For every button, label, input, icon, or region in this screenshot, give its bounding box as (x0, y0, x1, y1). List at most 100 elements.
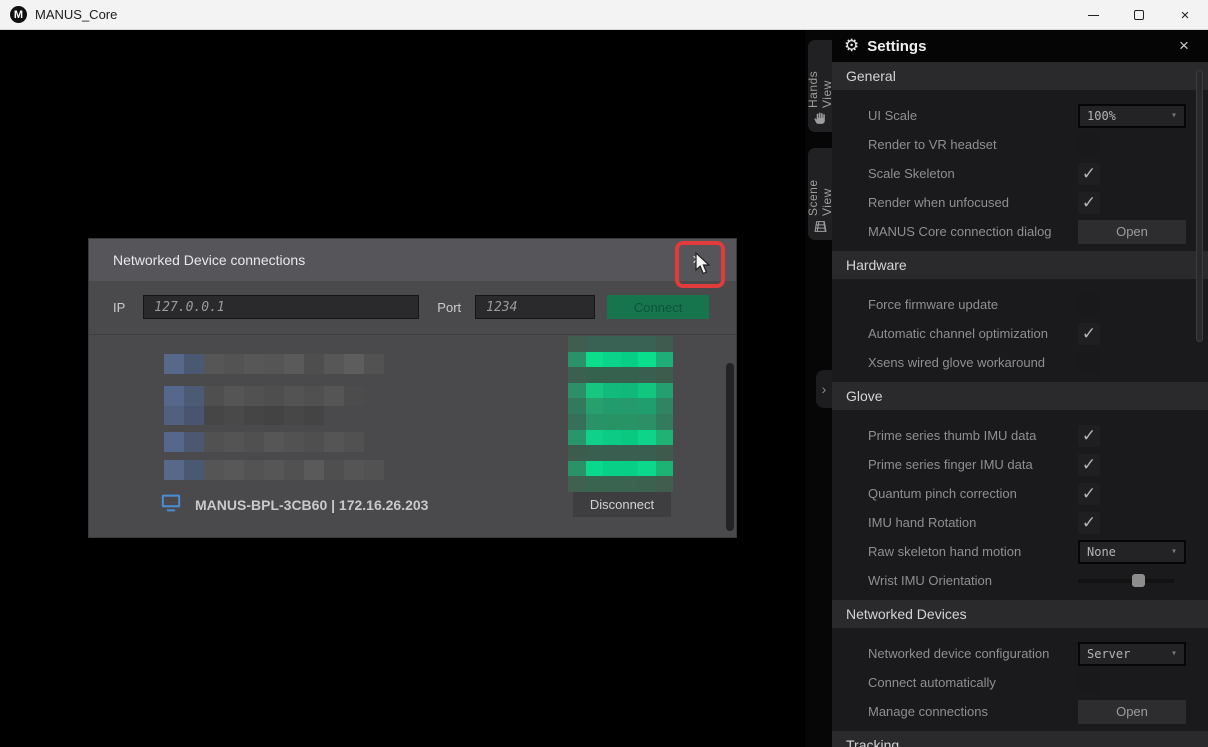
settings-row: Wrist IMU Orientation (832, 566, 1208, 595)
settings-row-label: Manage connections (832, 704, 1078, 719)
settings-row-label: Wrist IMU Orientation (832, 573, 1078, 588)
checkbox[interactable] (1078, 134, 1100, 156)
chevron-down-icon: ▾ (1171, 110, 1177, 121)
device-list-scrollbar[interactable] (726, 363, 734, 531)
settings-row-label: Networked device configuration (832, 646, 1078, 661)
signal-mosaic-row (568, 398, 673, 414)
tab-hands-view-label: Hands View (806, 46, 834, 108)
signal-mosaic-row (568, 476, 673, 492)
settings-row-label: Raw skeleton hand motion (832, 544, 1078, 559)
monitor-icon (161, 494, 181, 517)
tab-scene-view[interactable]: Scene View (808, 148, 832, 240)
section-header-networked-devices: Networked Devices (832, 600, 1208, 628)
settings-row-label: Connect automatically (832, 675, 1078, 690)
slider[interactable] (1078, 574, 1174, 587)
maximize-button[interactable] (1116, 0, 1162, 30)
checkbox[interactable]: ✓ (1078, 425, 1100, 447)
device-list: MANUS-BPL-3CB60 | 172.16.26.203 Disconne… (89, 334, 736, 531)
checkbox[interactable] (1078, 672, 1100, 694)
section-header-glove: Glove (832, 382, 1208, 410)
checkbox[interactable] (1078, 352, 1100, 374)
settings-header: ⚙ Settings × (832, 30, 1208, 62)
minimize-button[interactable] (1070, 0, 1116, 30)
dialog-titlebar: Networked Device connections × (89, 239, 736, 281)
settings-row: IMU hand Rotation✓ (832, 508, 1208, 537)
dropdown[interactable]: Server▾ (1078, 642, 1186, 666)
settings-row: Render when unfocused✓ (832, 188, 1208, 217)
settings-row-label: Xsens wired glove workaround (832, 355, 1078, 370)
disconnect-button[interactable]: Disconnect (573, 492, 671, 517)
networked-device-dialog: Networked Device connections × IP 127.0.… (88, 238, 737, 538)
settings-row: Prime series thumb IMU data✓ (832, 421, 1208, 450)
settings-row-label: Prime series thumb IMU data (832, 428, 1078, 443)
settings-row: Force firmware update (832, 290, 1208, 319)
redacted-text-row (164, 432, 364, 452)
checkbox[interactable]: ✓ (1078, 483, 1100, 505)
chevron-right-icon: › (822, 381, 827, 397)
redacted-text-row (164, 406, 324, 425)
window-title: MANUS_Core (35, 7, 117, 22)
settings-row-label: UI Scale (832, 108, 1078, 123)
settings-sections: General UI Scale100%▾Render to VR headset… (832, 62, 1208, 747)
section-header-hardware: Hardware (832, 251, 1208, 279)
redacted-text-row (164, 460, 384, 480)
redacted-text-row (164, 354, 384, 374)
redacted-text-row (164, 386, 364, 406)
dropdown[interactable]: None▾ (1078, 540, 1186, 564)
checkbox[interactable]: ✓ (1078, 192, 1100, 214)
port-label: Port (437, 300, 461, 315)
checkbox[interactable]: ✓ (1078, 454, 1100, 476)
settings-row: Raw skeleton hand motionNone▾ (832, 537, 1208, 566)
gear-icon: ⚙ (844, 36, 859, 56)
open-button[interactable]: Open (1078, 220, 1186, 244)
checkbox[interactable]: ✓ (1078, 323, 1100, 345)
settings-row-label: IMU hand Rotation (832, 515, 1078, 530)
tab-scene-view-label: Scene View (806, 154, 834, 216)
chevron-down-icon: ▾ (1171, 648, 1177, 659)
settings-row: MANUS Core connection dialogOpen (832, 217, 1208, 246)
signal-mosaic-row (568, 414, 673, 430)
settings-panel: ⚙ Settings × GeneralUI Scale100%▾Render … (832, 30, 1208, 747)
tab-hands-view[interactable]: Hands View (808, 40, 832, 132)
device-row: MANUS-BPL-3CB60 | 172.16.26.203 Disconne… (161, 492, 681, 518)
settings-row: Quantum pinch correction✓ (832, 479, 1208, 508)
settings-row-label: Render to VR headset (832, 137, 1078, 152)
port-input[interactable]: 1234 (475, 295, 595, 319)
checkbox[interactable] (1078, 294, 1100, 316)
signal-mosaic-row (568, 445, 673, 461)
connection-input-row: IP 127.0.0.1 Port 1234 Connect (89, 281, 736, 333)
app-window: M MANUS_Core × Hands View Scene View › (0, 0, 1208, 747)
signal-mosaic-row (568, 461, 673, 477)
maximize-icon (1134, 10, 1144, 20)
device-name: MANUS-BPL-3CB60 | 172.16.26.203 (195, 497, 428, 513)
hand-icon (814, 112, 827, 125)
settings-row-label: Force firmware update (832, 297, 1078, 312)
settings-row-label: Automatic channel optimization (832, 326, 1078, 341)
settings-row-label: Quantum pinch correction (832, 486, 1078, 501)
slider-knob[interactable] (1132, 574, 1145, 587)
mouse-cursor (694, 252, 714, 276)
dropdown[interactable]: 100%▾ (1078, 104, 1186, 128)
settings-close-button[interactable]: × (1172, 36, 1196, 56)
open-button[interactable]: Open (1078, 700, 1186, 724)
signal-mosaic-row (568, 352, 673, 368)
checkbox[interactable]: ✓ (1078, 163, 1100, 185)
app-logo-icon: M (10, 6, 27, 23)
settings-row: Prime series finger IMU data✓ (832, 450, 1208, 479)
settings-scrollbar[interactable] (1196, 70, 1203, 342)
section-header-tracking: Tracking (832, 731, 1208, 747)
settings-row: Connect automatically (832, 668, 1208, 697)
checkbox[interactable]: ✓ (1078, 512, 1100, 534)
settings-row: Scale Skeleton✓ (832, 159, 1208, 188)
close-window-button[interactable]: × (1162, 0, 1208, 30)
settings-row: Xsens wired glove workaround (832, 348, 1208, 377)
dialog-title: Networked Device connections (113, 252, 305, 268)
chevron-down-icon: ▾ (1171, 546, 1177, 557)
section-header-general: General (832, 62, 1208, 90)
settings-row-label: Render when unfocused (832, 195, 1078, 210)
settings-row: Render to VR headset (832, 130, 1208, 159)
signal-mosaic-row (568, 367, 673, 383)
connect-button[interactable]: Connect (607, 295, 709, 319)
settings-panel-expander[interactable]: › (816, 370, 832, 408)
ip-input[interactable]: 127.0.0.1 (143, 295, 419, 319)
